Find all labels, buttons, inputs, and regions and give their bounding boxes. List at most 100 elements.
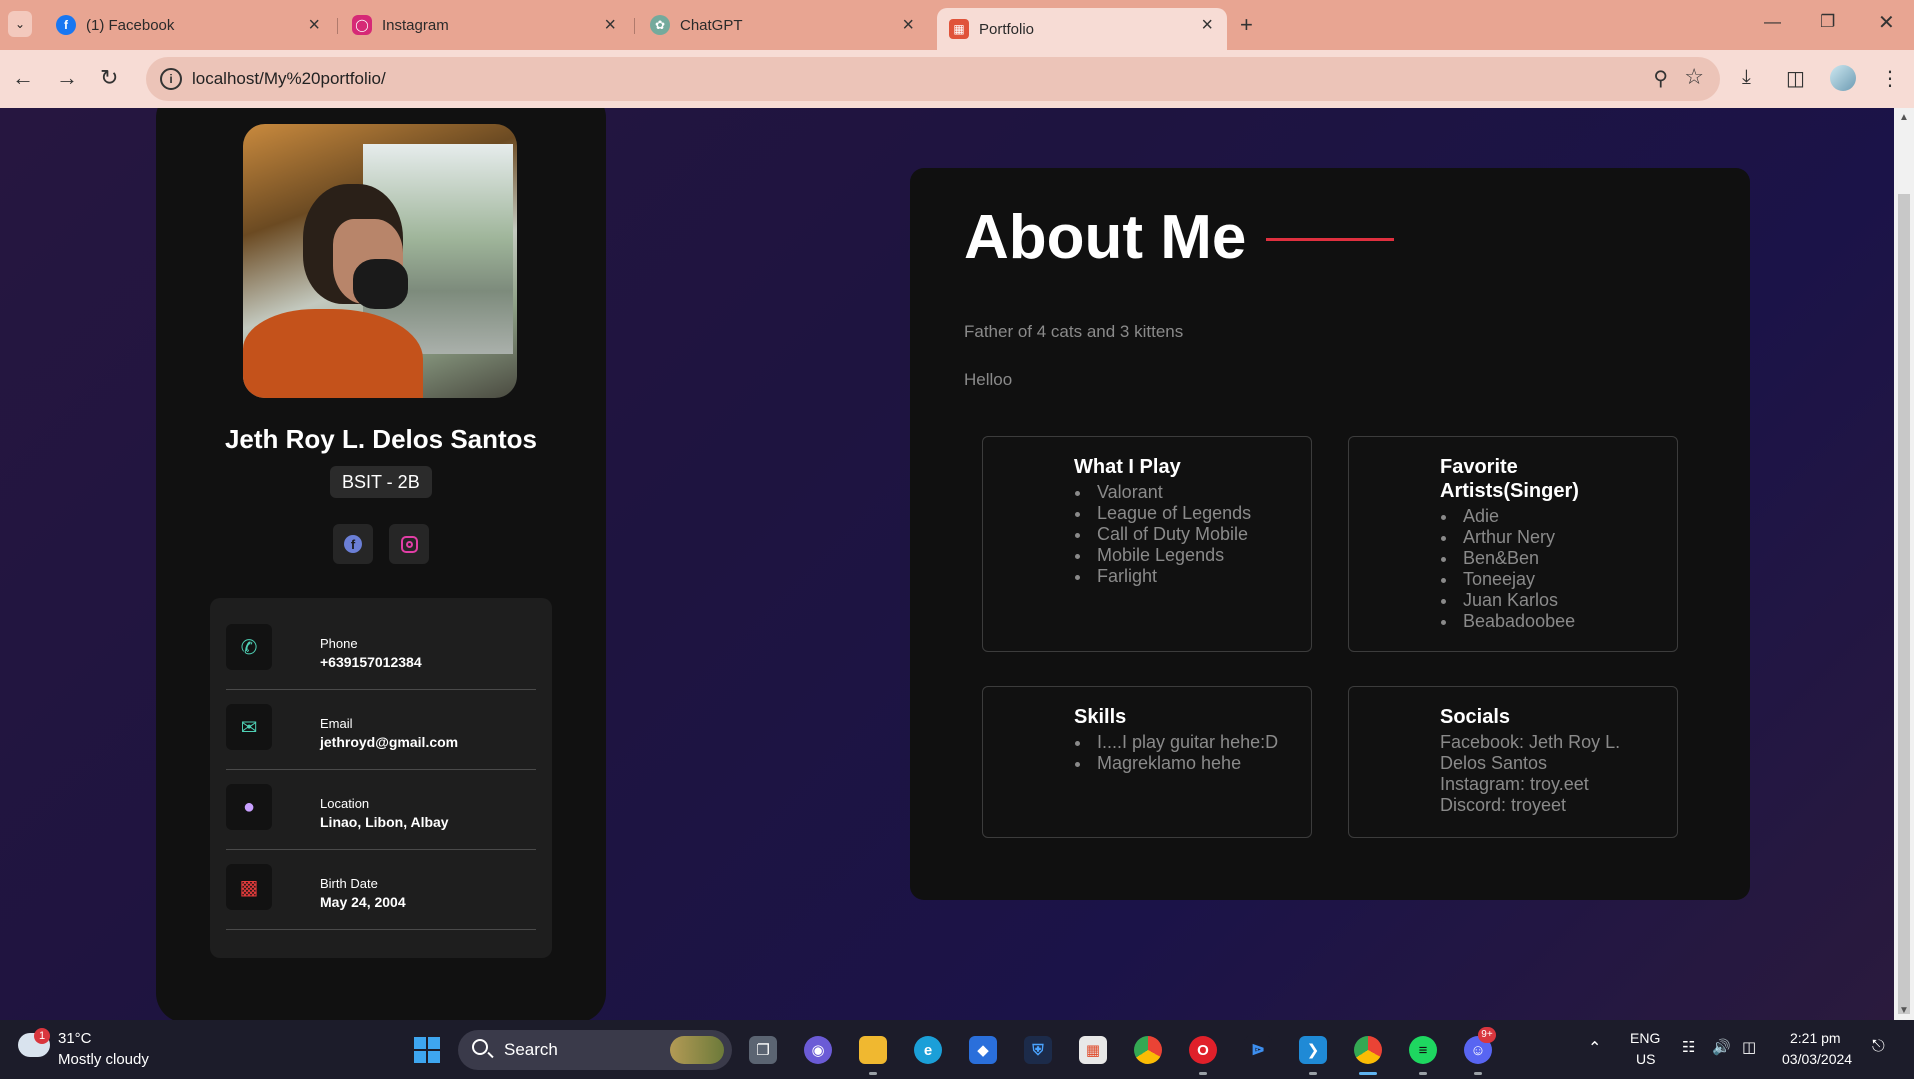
tab-title: (1) Facebook	[86, 16, 175, 34]
portfolio-icon: ▦	[949, 19, 969, 39]
list-item: Mobile Legends	[1074, 545, 1251, 566]
card-what-i-play: What I Play Valorant League of Legends C…	[982, 436, 1312, 652]
bluetooth-icon[interactable]: ᐉ	[1244, 1036, 1272, 1064]
social-line: Facebook: Jeth Roy L.	[1440, 732, 1621, 752]
teams-icon[interactable]: ◉	[804, 1036, 832, 1064]
dropbox-icon[interactable]: ◆	[969, 1036, 997, 1064]
list-item: Beabadoobee	[1440, 611, 1576, 631]
card-socials: Socials Facebook: Jeth Roy L. Delos Sant…	[1348, 686, 1678, 838]
chrome-icon[interactable]	[1134, 1036, 1162, 1064]
spotify-icon[interactable]: ≡	[1409, 1036, 1437, 1064]
tab-title: Instagram	[382, 16, 449, 34]
weather-desc[interactable]: Mostly cloudy	[58, 1051, 149, 1068]
list-item: Farlight	[1074, 566, 1251, 587]
forward-button[interactable]: →	[56, 66, 78, 90]
close-icon[interactable]: ×	[604, 14, 616, 36]
notification-bell-icon[interactable]: ⎋	[1872, 1038, 1885, 1056]
taskbar: 1 31°C Mostly cloudy Search ❐ ◉ e ◆ ⛨ ▦ …	[0, 1020, 1914, 1079]
lang-bottom[interactable]: US	[1636, 1051, 1655, 1067]
clock-time[interactable]: 2:21 pm	[1790, 1030, 1841, 1046]
cake-icon: ▩	[226, 864, 272, 910]
tab-title: ChatGPT	[680, 16, 743, 34]
page-viewport: Jeth Roy L. Delos Santos BSIT - 2B f ✆ P…	[0, 108, 1894, 1020]
close-window-button[interactable]: ✕	[1878, 10, 1895, 35]
contact-value: May 24, 2004	[320, 894, 406, 910]
scroll-up-icon[interactable]: ▲	[1899, 112, 1909, 123]
site-info-icon[interactable]: i	[160, 68, 182, 90]
download-icon[interactable]: ⤓	[1742, 66, 1751, 89]
file-explorer-icon[interactable]	[859, 1036, 887, 1064]
weather-temp[interactable]: 31°C	[58, 1030, 92, 1047]
close-icon[interactable]: ×	[308, 14, 320, 36]
chrome-active-icon[interactable]	[1354, 1036, 1382, 1064]
taskbar-search[interactable]: Search	[458, 1030, 732, 1070]
task-view-icon[interactable]: ❐	[749, 1036, 777, 1064]
close-icon[interactable]: ×	[902, 14, 914, 36]
list-item: Toneejay	[1440, 569, 1575, 590]
close-icon[interactable]: ×	[1201, 14, 1213, 36]
tab-chatgpt[interactable]: ✿ ChatGPT ×	[638, 8, 928, 42]
game-list: Valorant League of Legends Call of Duty …	[1074, 482, 1252, 587]
list-item: Adie	[1440, 506, 1575, 527]
tab-search-button[interactable]: ⌄	[8, 11, 32, 37]
artist-list: Adie Arthur Nery Ben&Ben Toneejay Juan K…	[1440, 506, 1576, 632]
list-item: I....I play guitar hehe:D	[1074, 732, 1279, 752]
skills-list: I....I play guitar hehe:D Magreklamo heh…	[1074, 732, 1279, 774]
lang-top[interactable]: ENG	[1630, 1030, 1660, 1046]
reload-button[interactable]: ↻	[100, 66, 118, 90]
page-scrollbar[interactable]: ▲ ▼	[1894, 108, 1914, 1020]
search-highlight-image	[670, 1036, 724, 1064]
edge-icon[interactable]: e	[914, 1036, 942, 1064]
card-favorite-artists: Favorite Artists(Singer) Adie Arthur Ner…	[1348, 436, 1678, 652]
instagram-icon	[400, 535, 418, 553]
back-button[interactable]: ←	[12, 66, 34, 90]
list-item: Valorant	[1074, 482, 1251, 503]
about-paragraph: Helloo	[964, 370, 1013, 389]
menu-icon[interactable]: ⋮	[1880, 66, 1900, 91]
bookmark-star-icon[interactable]: ☆	[1684, 64, 1704, 90]
restore-button[interactable]: ❐	[1820, 12, 1835, 32]
card-title: What I Play	[1074, 456, 1181, 478]
instagram-link[interactable]	[389, 524, 429, 564]
clock-date[interactable]: 03/03/2024	[1782, 1051, 1852, 1067]
start-button[interactable]	[414, 1037, 440, 1063]
social-line: Instagram: troy.eet	[1440, 774, 1589, 794]
vscode-icon[interactable]: ❯	[1299, 1036, 1327, 1064]
phone-icon: ✆	[226, 624, 272, 670]
opera-icon[interactable]: O	[1189, 1036, 1217, 1064]
chevron-up-icon[interactable]: ⌃	[1588, 1038, 1601, 1058]
minimize-button[interactable]: —	[1764, 12, 1781, 32]
tab-facebook[interactable]: f (1) Facebook ×	[44, 8, 334, 42]
volume-icon[interactable]: 🔊	[1712, 1038, 1731, 1056]
list-item: League of Legends	[1074, 503, 1252, 523]
tab-portfolio[interactable]: ▦ Portfolio ×	[937, 8, 1227, 50]
search-label: Search	[504, 1040, 558, 1059]
scroll-thumb[interactable]	[1898, 194, 1910, 1014]
search-icon	[472, 1039, 488, 1055]
contact-label: Location	[320, 796, 370, 811]
tab-instagram[interactable]: ◯ Instagram ×	[340, 8, 630, 42]
shield-app-icon[interactable]: ⛨	[1024, 1036, 1052, 1064]
contact-label: Phone	[320, 636, 358, 651]
battery-icon[interactable]: ◫	[1742, 1038, 1756, 1056]
contact-label: Email	[320, 716, 353, 731]
zoom-icon[interactable]: ⚲	[1653, 66, 1668, 91]
address-bar[interactable]: i localhost/My%20portfolio/ ⚲ ☆	[146, 57, 1720, 101]
instagram-icon: ◯	[352, 15, 372, 35]
store-icon[interactable]: ▦	[1079, 1036, 1107, 1064]
profile-photo	[243, 124, 517, 398]
contact-birthdate: ▩ Birth Date May 24, 2004	[226, 850, 536, 930]
social-line: Delos Santos	[1440, 753, 1548, 773]
tab-title: Portfolio	[979, 20, 1035, 38]
side-panel-icon[interactable]: ◫	[1786, 66, 1805, 91]
facebook-link[interactable]: f	[333, 524, 373, 564]
new-tab-button[interactable]: +	[1240, 12, 1253, 38]
contact-label: Birth Date	[320, 876, 378, 891]
contact-value: jethroyd@gmail.com	[320, 734, 459, 750]
scroll-down-icon[interactable]: ▼	[1899, 1005, 1909, 1016]
card-title: Skills	[1074, 706, 1127, 728]
contact-email: ✉ Email jethroyd@gmail.com	[226, 690, 536, 770]
wifi-icon[interactable]: ☷	[1682, 1038, 1695, 1056]
url-text[interactable]: localhost/My%20portfolio/	[192, 69, 386, 89]
profile-avatar[interactable]	[1830, 65, 1856, 91]
